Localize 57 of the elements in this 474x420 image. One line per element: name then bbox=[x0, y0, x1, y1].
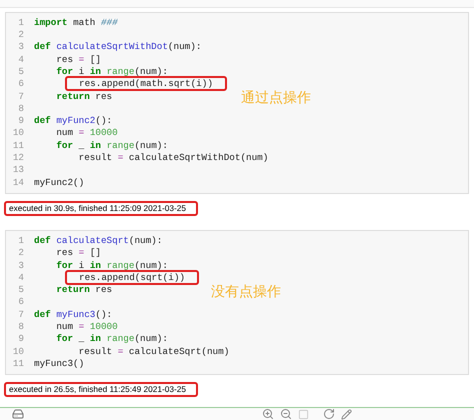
line-number: 7 bbox=[17, 90, 25, 104]
line-number: 4 bbox=[17, 52, 25, 67]
line-number: 11 bbox=[12, 138, 25, 153]
zoom-in-icon[interactable] bbox=[262, 408, 274, 420]
line-number: 12 bbox=[12, 151, 25, 165]
line-number: 6 bbox=[17, 295, 25, 310]
code-line: def calculateSqrt(num): bbox=[33, 234, 162, 248]
line-number: 4 bbox=[17, 270, 25, 285]
code-line: import math ### bbox=[33, 16, 118, 30]
line-number: 2 bbox=[17, 246, 25, 260]
line-number: 3 bbox=[17, 258, 25, 272]
highlighted-code: res.append(sqrt(i)) bbox=[65, 270, 200, 285]
line-number: 9 bbox=[17, 332, 25, 346]
code-line: res = [] bbox=[55, 246, 101, 260]
highlighted-code: res.append(math.sqrt(i)) bbox=[65, 76, 227, 92]
code-cell[interactable] bbox=[5, 12, 469, 194]
line-number: 5 bbox=[17, 64, 25, 79]
rotate-icon[interactable] bbox=[323, 408, 335, 420]
line-number: 5 bbox=[17, 283, 25, 298]
code-line: def calculateSqrtWithDot(num): bbox=[33, 40, 202, 54]
line-number: 6 bbox=[17, 77, 25, 92]
execution-time-text: executed in 30.9s, finished 11:25:09 2021-03-25 bbox=[4, 200, 198, 216]
code-line: for i in range(num): bbox=[55, 258, 168, 272]
line-number: 7 bbox=[17, 308, 25, 322]
code-line: return res bbox=[55, 283, 112, 298]
code-line: def myFunc3(): bbox=[33, 308, 112, 322]
line-number: 8 bbox=[17, 320, 25, 334]
tray-icon[interactable] bbox=[12, 408, 24, 420]
pencil-icon[interactable] bbox=[341, 408, 352, 420]
annotation-text: 通过点操作 bbox=[241, 89, 311, 108]
annotation-text: 没有点操作 bbox=[211, 282, 281, 302]
code-line: def myFunc2(): bbox=[33, 114, 112, 128]
code-line: res = [] bbox=[55, 52, 101, 67]
line-number: 13 bbox=[12, 163, 25, 178]
line-number: 11 bbox=[12, 356, 25, 371]
code-line: return res bbox=[55, 90, 112, 104]
code-cell[interactable]: 1 def calculateSqrt(num): 2 res = [] 3 for i in range(num): 4 res.append(sqrt(i)) 5 return res 没有点操作 6 7 def myFunc3(): 8 num = 10000 9 for _ in range(num): 10 result = calculateSqrt(num) 11 myFunc3() bbox=[5, 230, 469, 375]
line-number: 2 bbox=[17, 28, 25, 42]
code-line: result = calculateSqrt(num) bbox=[78, 344, 230, 359]
code-line: for _ in range(num): bbox=[55, 332, 168, 346]
code-line: for i in range(num): bbox=[55, 64, 168, 79]
code-line: num = 10000 bbox=[55, 126, 118, 140]
zoom-out-icon[interactable] bbox=[280, 408, 292, 420]
line-number: 9 bbox=[17, 114, 25, 128]
line-number: 8 bbox=[17, 102, 25, 116]
code-line: result = calculateSqrtWithDot(num) bbox=[78, 151, 268, 165]
line-number: 10 bbox=[12, 344, 25, 359]
code-line: myFunc2() bbox=[33, 176, 84, 190]
line-number: 3 bbox=[17, 40, 25, 54]
line-number: 10 bbox=[12, 126, 25, 140]
line-number: 14 bbox=[12, 176, 25, 190]
line-number: 1 bbox=[17, 234, 25, 248]
code-line: num = 10000 bbox=[55, 320, 118, 334]
code-line: myFunc3() bbox=[33, 356, 84, 371]
execution-time-text: executed in 26.5s, finished 11:25:49 2021-03-25 bbox=[4, 382, 198, 397]
code-line: for _ in range(num): bbox=[55, 138, 168, 153]
line-number: 1 bbox=[17, 16, 25, 30]
